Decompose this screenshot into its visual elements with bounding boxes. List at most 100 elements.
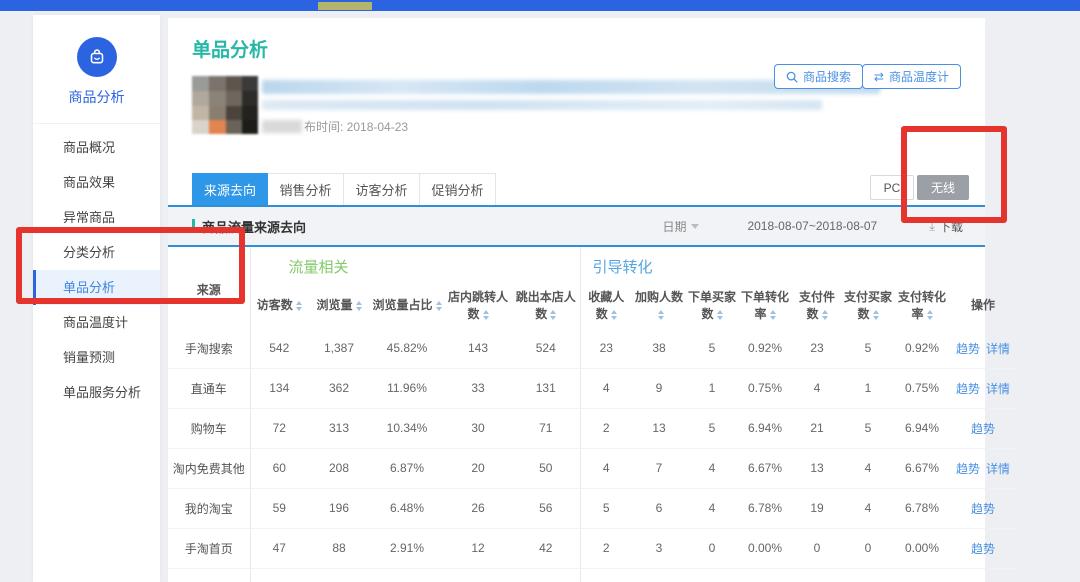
column-header-0: 访客数 bbox=[250, 284, 308, 329]
column-header-11: 支付转化率 bbox=[894, 284, 950, 329]
value-cell: 6.78% bbox=[894, 488, 950, 528]
topbar-accent bbox=[318, 2, 372, 10]
swap-icon: ⇄ bbox=[874, 70, 884, 84]
sort-down-icon bbox=[822, 316, 828, 320]
sort-icon[interactable] bbox=[717, 310, 723, 320]
section-header: 商品流量来源去向 日期 2018-08-07~2018-08-07 ⤓ 下载 bbox=[168, 207, 985, 247]
sort-icon[interactable] bbox=[611, 310, 617, 320]
tab-0[interactable]: 来源去向 bbox=[192, 173, 268, 205]
sort-up-icon bbox=[873, 310, 879, 314]
date-dropdown[interactable]: 日期 bbox=[662, 218, 699, 235]
sort-up-icon bbox=[770, 310, 776, 314]
value-cell: 33 bbox=[444, 368, 512, 408]
value-cell: 4 bbox=[686, 448, 738, 488]
source-column-header: 来源 bbox=[168, 247, 250, 329]
value-cell: 5 bbox=[842, 329, 894, 369]
sort-up-icon bbox=[611, 310, 617, 314]
sort-icon[interactable] bbox=[658, 310, 664, 320]
sort-icon[interactable] bbox=[356, 301, 362, 311]
detail-link[interactable]: 详情 bbox=[986, 382, 1010, 396]
value-cell: 4 bbox=[842, 568, 894, 582]
publish-time: 布时间: 2018-04-23 bbox=[262, 118, 408, 135]
value-cell: 60 bbox=[250, 448, 308, 488]
trend-link[interactable]: 趋势 bbox=[956, 342, 980, 356]
value-cell: 2 bbox=[580, 528, 632, 568]
sort-down-icon bbox=[927, 316, 933, 320]
trend-link[interactable]: 趋势 bbox=[971, 542, 995, 556]
value-cell: 0.75% bbox=[894, 368, 950, 408]
value-cell: 11.11% bbox=[894, 568, 950, 582]
sort-icon[interactable] bbox=[550, 310, 556, 320]
value-cell: 56 bbox=[512, 488, 580, 528]
download-button[interactable]: ⤓ 下载 bbox=[929, 218, 963, 235]
sort-down-icon bbox=[770, 316, 776, 320]
value-cell: 0 bbox=[792, 528, 842, 568]
sidebar-item-1[interactable]: 商品效果 bbox=[33, 165, 160, 200]
actions-cell: 趋势 bbox=[950, 408, 1016, 448]
sidebar-item-4[interactable]: 单品分析 bbox=[33, 270, 160, 305]
group-header-traffic: 流量相关 bbox=[250, 247, 580, 284]
value-cell: 5 bbox=[580, 568, 632, 582]
value-cell: 4 bbox=[686, 568, 738, 582]
product-search-button[interactable]: 商品搜索 bbox=[774, 64, 863, 89]
value-cell: 20 bbox=[444, 448, 512, 488]
trend-link[interactable]: 趋势 bbox=[971, 422, 995, 436]
product-summary: 布时间: 2018-04-23 商品搜索 ⇄ 商品温度计 bbox=[168, 62, 985, 167]
tab-1[interactable]: 销售分析 bbox=[268, 173, 344, 205]
sort-icon[interactable] bbox=[927, 310, 933, 320]
source-cell: 手淘旺信 bbox=[168, 568, 250, 582]
blur-patch bbox=[262, 120, 302, 133]
value-cell: 1 bbox=[686, 368, 738, 408]
sidebar-item-7[interactable]: 单品服务分析 bbox=[33, 375, 160, 410]
sidebar-item-3[interactable]: 分类分析 bbox=[33, 235, 160, 270]
value-cell: 71 bbox=[512, 408, 580, 448]
sort-icon[interactable] bbox=[873, 310, 879, 320]
trend-link[interactable]: 趋势 bbox=[971, 502, 995, 516]
sidebar-item-5[interactable]: 商品温度计 bbox=[33, 305, 160, 340]
publish-time-text: 布时间: 2018-04-23 bbox=[304, 118, 408, 135]
value-cell: 542 bbox=[250, 329, 308, 369]
sort-icon[interactable] bbox=[770, 310, 776, 320]
sort-icon[interactable] bbox=[296, 301, 302, 311]
value-cell: 19 bbox=[792, 568, 842, 582]
tab-2[interactable]: 访客分析 bbox=[344, 173, 420, 205]
value-cell: 30 bbox=[444, 408, 512, 448]
sort-icon[interactable] bbox=[822, 310, 828, 320]
sort-icon[interactable] bbox=[436, 301, 442, 311]
table-row: 手淘首页47882.91%12422300.00%000.00%趋势 bbox=[168, 528, 1016, 568]
value-cell: 38 bbox=[632, 329, 686, 369]
trend-link[interactable]: 趋势 bbox=[956, 382, 980, 396]
section-controls: 日期 2018-08-07~2018-08-07 ⤓ 下载 bbox=[662, 218, 963, 235]
sort-icon[interactable] bbox=[483, 310, 489, 320]
source-cell: 直通车 bbox=[168, 368, 250, 408]
tab-3[interactable]: 促销分析 bbox=[420, 173, 496, 205]
value-cell: 59 bbox=[250, 488, 308, 528]
value-cell: 524 bbox=[512, 329, 580, 369]
detail-link[interactable]: 详情 bbox=[986, 462, 1010, 476]
source-cell: 淘内免费其他 bbox=[168, 448, 250, 488]
actions-cell: 趋势详情 bbox=[950, 368, 1016, 408]
sidebar-item-2[interactable]: 异常商品 bbox=[33, 200, 160, 235]
value-cell: 313 bbox=[308, 408, 370, 448]
value-cell: 2.91% bbox=[370, 528, 444, 568]
sort-down-icon bbox=[550, 316, 556, 320]
search-icon bbox=[786, 71, 798, 83]
date-range[interactable]: 2018-08-07~2018-08-07 bbox=[747, 219, 877, 233]
sidebar-item-0[interactable]: 商品概况 bbox=[33, 130, 160, 165]
trend-link[interactable]: 趋势 bbox=[956, 462, 980, 476]
detail-link[interactable]: 详情 bbox=[986, 342, 1010, 356]
toggle-pc-button[interactable]: PC bbox=[870, 175, 914, 200]
value-cell: 6.48% bbox=[370, 488, 444, 528]
toggle-wireless-button[interactable]: 无线 bbox=[917, 175, 969, 200]
value-cell: 4 bbox=[792, 368, 842, 408]
sort-down-icon bbox=[296, 307, 302, 311]
column-header-6: 加购人数 bbox=[632, 284, 686, 329]
column-label: 加购人数 bbox=[635, 290, 683, 304]
sidebar-item-6[interactable]: 销量预测 bbox=[33, 340, 160, 375]
sort-down-icon bbox=[658, 316, 664, 320]
product-thermometer-button[interactable]: ⇄ 商品温度计 bbox=[862, 64, 961, 89]
value-cell: 10.34% bbox=[370, 408, 444, 448]
column-label: 浏览量占比 bbox=[372, 298, 432, 312]
value-cell: 4 bbox=[842, 448, 894, 488]
value-cell: 4 bbox=[686, 488, 738, 528]
